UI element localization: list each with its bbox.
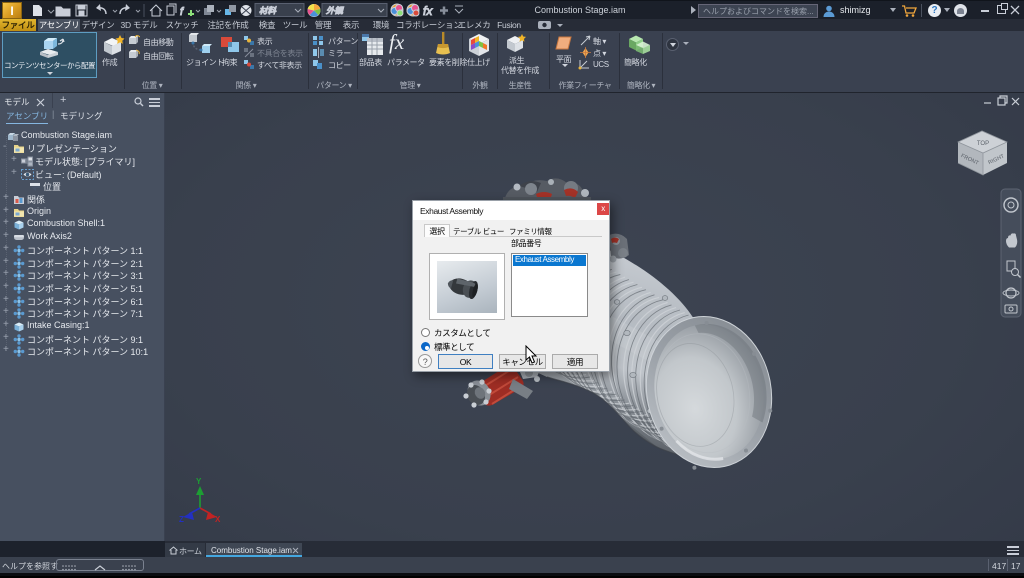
svg-text:X: X <box>215 515 221 524</box>
svg-text:外観: 外観 <box>326 6 345 16</box>
svg-text:Y: Y <box>196 477 202 486</box>
svg-text:Z: Z <box>179 515 184 524</box>
svg-text:fx: fx <box>423 4 433 18</box>
svg-text:f: f <box>180 6 184 18</box>
svg-text:TOP: TOP <box>977 141 989 147</box>
svg-text:材料: 材料 <box>259 6 277 16</box>
